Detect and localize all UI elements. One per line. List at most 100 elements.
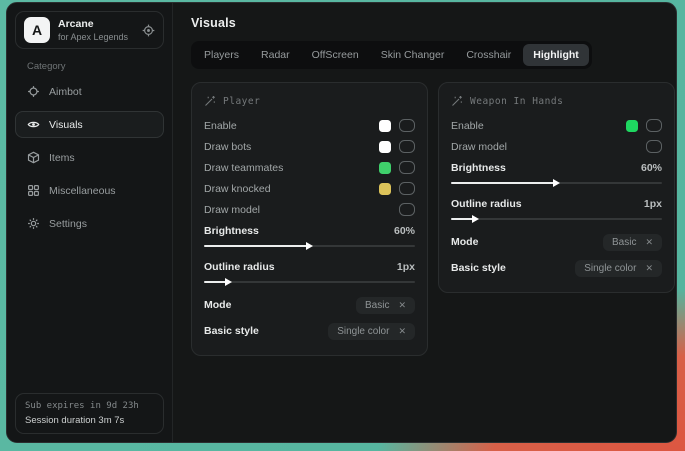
app-window: A Arcane for Apex Legends Category Aimbo… bbox=[6, 2, 677, 443]
slider-row-outline-radius: Outline radius 1px bbox=[204, 256, 415, 277]
slider-track bbox=[204, 281, 415, 283]
slider-track bbox=[451, 218, 662, 220]
tag-row-label: Basic style bbox=[204, 325, 259, 337]
panel-title: Player bbox=[223, 96, 260, 107]
setting-label: Draw teammates bbox=[204, 162, 283, 174]
setting-controls bbox=[399, 203, 415, 216]
slider-label: Brightness bbox=[204, 225, 259, 237]
sidebar-item-label: Settings bbox=[49, 218, 87, 230]
tab-players[interactable]: Players bbox=[194, 44, 249, 66]
subscription-card: Sub expires in 9d 23h Session duration 3… bbox=[15, 393, 164, 434]
app-name: Arcane bbox=[58, 18, 128, 30]
main-content: Visuals PlayersRadarOffScreenSkin Change… bbox=[173, 3, 677, 442]
tab-offscreen[interactable]: OffScreen bbox=[302, 44, 369, 66]
slider-value: 60% bbox=[394, 225, 415, 237]
color-swatch[interactable] bbox=[379, 120, 391, 132]
tag-row-basic-style: Basic style Single color ✕ bbox=[204, 318, 415, 344]
slider-value: 60% bbox=[641, 162, 662, 174]
tab-bar: PlayersRadarOffScreenSkin ChangerCrossha… bbox=[191, 41, 592, 69]
sidebar-item-settings[interactable]: Settings bbox=[15, 210, 164, 237]
setting-label: Draw model bbox=[451, 141, 507, 153]
setting-label: Draw model bbox=[204, 204, 260, 216]
sidebar-item-aimbot[interactable]: Aimbot bbox=[15, 78, 164, 105]
sidebar-item-items[interactable]: Items bbox=[15, 144, 164, 171]
remove-icon[interactable]: ✕ bbox=[645, 238, 653, 247]
panel-header: Player bbox=[204, 95, 415, 107]
tab-highlight[interactable]: Highlight bbox=[523, 44, 589, 66]
slider-value: 1px bbox=[397, 261, 415, 273]
checkbox[interactable] bbox=[399, 182, 415, 195]
remove-icon[interactable]: ✕ bbox=[398, 301, 406, 310]
setting-row-draw-bots: Draw bots bbox=[204, 136, 415, 157]
app-subtitle: for Apex Legends bbox=[58, 32, 128, 42]
slider-thumb[interactable] bbox=[225, 278, 232, 286]
setting-controls bbox=[379, 140, 415, 153]
slider-brightness[interactable] bbox=[204, 241, 415, 251]
app-header-card: A Arcane for Apex Legends bbox=[15, 11, 164, 49]
tag-label: Single color bbox=[337, 326, 389, 337]
wand-icon bbox=[451, 95, 463, 107]
slider-thumb[interactable] bbox=[553, 179, 560, 187]
sidebar: A Arcane for Apex Legends Category Aimbo… bbox=[7, 3, 173, 442]
tab-skin-changer[interactable]: Skin Changer bbox=[371, 44, 455, 66]
sidebar-item-miscellaneous[interactable]: Miscellaneous bbox=[15, 177, 164, 204]
setting-controls bbox=[379, 119, 415, 132]
slider-outline-radius[interactable] bbox=[451, 214, 662, 224]
sidebar-item-label: Miscellaneous bbox=[49, 185, 116, 197]
slider-brightness[interactable] bbox=[451, 178, 662, 188]
slider-thumb[interactable] bbox=[306, 242, 313, 250]
color-swatch[interactable] bbox=[379, 183, 391, 195]
slider-outline-radius[interactable] bbox=[204, 277, 415, 287]
sidebar-item-visuals[interactable]: Visuals bbox=[15, 111, 164, 138]
slider-thumb[interactable] bbox=[472, 215, 479, 223]
box-icon bbox=[27, 151, 40, 164]
sidebar-item-label: Items bbox=[49, 152, 75, 164]
checkbox[interactable] bbox=[399, 161, 415, 174]
tab-crosshair[interactable]: Crosshair bbox=[456, 44, 521, 66]
tag-row-label: Basic style bbox=[451, 262, 506, 274]
color-swatch[interactable] bbox=[626, 120, 638, 132]
slider-fill bbox=[204, 245, 310, 247]
tag-basic[interactable]: Basic✕ bbox=[603, 234, 662, 251]
slider-row-brightness: Brightness 60% bbox=[451, 157, 662, 178]
session-duration-text: Session duration 3m 7s bbox=[25, 415, 154, 426]
page-title: Visuals bbox=[191, 16, 675, 30]
slider-label: Outline radius bbox=[451, 198, 522, 210]
tag-label: Single color bbox=[584, 263, 636, 274]
tag-row-label: Mode bbox=[451, 236, 478, 248]
setting-row-draw-model: Draw model bbox=[204, 199, 415, 220]
gear-icon bbox=[27, 217, 40, 230]
checkbox[interactable] bbox=[646, 140, 662, 153]
color-swatch[interactable] bbox=[379, 162, 391, 174]
eye-scan-icon bbox=[27, 118, 40, 131]
sidebar-item-label: Visuals bbox=[49, 119, 83, 131]
checkbox[interactable] bbox=[399, 203, 415, 216]
panel-player: PlayerEnableDraw botsDraw teammatesDraw … bbox=[191, 82, 428, 356]
setting-controls bbox=[626, 119, 662, 132]
remove-icon[interactable]: ✕ bbox=[645, 264, 653, 273]
checkbox[interactable] bbox=[399, 119, 415, 132]
tab-radar[interactable]: Radar bbox=[251, 44, 300, 66]
target-icon[interactable] bbox=[142, 24, 155, 37]
tag-label: Basic bbox=[365, 300, 389, 311]
app-texts: Arcane for Apex Legends bbox=[58, 18, 128, 42]
slider-label: Outline radius bbox=[204, 261, 275, 273]
slider-value: 1px bbox=[644, 198, 662, 210]
sub-expiry-text: Sub expires in 9d 23h bbox=[25, 401, 154, 411]
checkbox[interactable] bbox=[646, 119, 662, 132]
color-swatch[interactable] bbox=[379, 141, 391, 153]
setting-label: Enable bbox=[451, 120, 484, 132]
setting-controls bbox=[379, 182, 415, 195]
tag-row-basic-style: Basic style Single color ✕ bbox=[451, 255, 662, 281]
panel-weapon-in-hands: Weapon In Hands Enable Draw model Brightnes… bbox=[438, 82, 675, 293]
tag-single-color[interactable]: Single color ✕ bbox=[575, 260, 662, 277]
slider-label: Brightness bbox=[451, 162, 506, 174]
tag-basic[interactable]: Basic ✕ bbox=[356, 297, 415, 314]
remove-icon[interactable]: ✕ bbox=[398, 327, 406, 336]
tag-single-color[interactable]: Single color ✕ bbox=[328, 323, 415, 340]
panel-title: Weapon In Hands bbox=[470, 96, 563, 107]
sidebar-nav: Aimbot Visuals Items Miscellaneous Settings bbox=[7, 75, 172, 240]
wand-icon bbox=[204, 95, 216, 107]
sidebar-item-label: Aimbot bbox=[49, 86, 82, 98]
checkbox[interactable] bbox=[399, 140, 415, 153]
